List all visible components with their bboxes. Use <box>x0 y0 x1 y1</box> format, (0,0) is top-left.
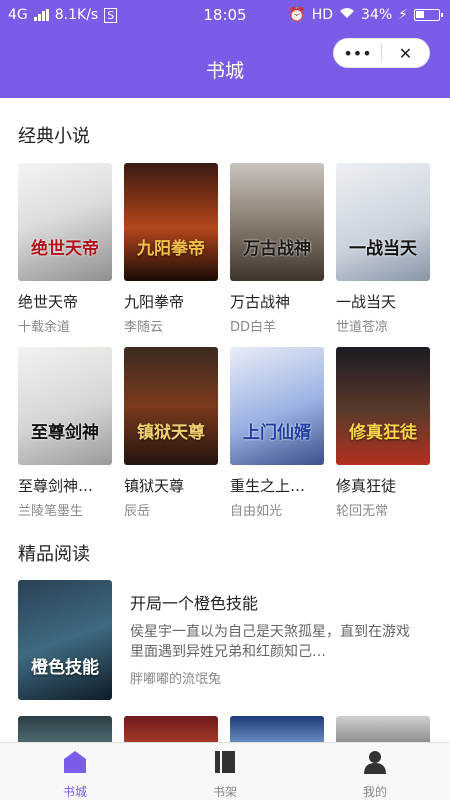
book-author: 李随云 <box>124 320 164 335</box>
book-author: 轮回无常 <box>336 504 389 519</box>
cover-title: 九阳拳帝 <box>137 239 205 259</box>
book-card[interactable]: 九阳拳帝 九阳拳帝 李随云 <box>124 163 218 347</box>
book-card[interactable]: 上门仙婿 重生之上… 自由如光 <box>230 347 324 531</box>
book-cover[interactable] <box>336 716 430 742</box>
alarm-icon: ⏰ <box>288 7 306 23</box>
book-author: 兰陵笔墨生 <box>18 504 84 519</box>
book-author: 自由如光 <box>230 504 283 519</box>
book-card[interactable]: 绝世天帝 绝世天帝 十载余道 <box>18 163 112 347</box>
book-cover[interactable]: 绝世天帝 <box>18 163 112 281</box>
close-button[interactable]: ✕ <box>382 38 429 68</box>
book-cover[interactable] <box>230 716 324 742</box>
book-author: 辰岳 <box>124 504 151 519</box>
cover-title: 一战当天 <box>349 239 417 259</box>
featured-author: 胖嘟嘟的流氓兔 <box>130 672 222 687</box>
status-bar: 4G 8.1K/s S 18:05 ⏰ HD 34% ⚡ <box>0 0 450 30</box>
app-root: 4G 8.1K/s S 18:05 ⏰ HD 34% ⚡ 书城 ••• ✕ 经典… <box>0 0 450 800</box>
book-cover[interactable]: 镇狱天尊 <box>124 347 218 465</box>
tab-bar: 书城 书架 我的 <box>0 742 450 800</box>
content[interactable]: 经典小说 绝世天帝 绝世天帝 十载余道 九阳拳帝 九阳拳帝 李随云 万古战神 万… <box>0 98 450 742</box>
book-title[interactable]: 绝世天帝 <box>18 291 112 312</box>
book-cover[interactable]: 九阳拳帝 <box>124 163 218 281</box>
cover-title: 至尊剑神 <box>31 423 99 443</box>
book-cover[interactable] <box>124 716 218 742</box>
book-card[interactable]: 至尊剑神 至尊剑神… 兰陵笔墨生 <box>18 347 112 531</box>
book-card[interactable]: 万古战神 万古战神 DD白羊 <box>230 163 324 347</box>
wifi-icon <box>339 7 355 23</box>
user-icon <box>362 749 388 779</box>
book-card[interactable]: 一战当天 一战当天 世道苍凉 <box>336 163 430 347</box>
tab-bookstore[interactable]: 书城 <box>0 743 150 800</box>
book-title[interactable]: 万古战神 <box>230 291 324 312</box>
featured-book[interactable]: 橙色技能 开局一个橙色技能 侯星宇一直以为自己是天煞孤星，直到在游戏里面遇到异姓… <box>18 580 432 700</box>
book-cover[interactable]: 修真狂徒 <box>336 347 430 465</box>
book-cover[interactable]: 至尊剑神 <box>18 347 112 465</box>
tab-label: 我的 <box>362 785 387 799</box>
more-button[interactable]: ••• <box>334 38 381 68</box>
next-books-row <box>18 716 432 742</box>
book-author: 世道苍凉 <box>336 320 389 335</box>
book-author: 十载余道 <box>18 320 71 335</box>
section-title-classic: 经典小说 <box>18 126 90 147</box>
book-grid: 绝世天帝 绝世天帝 十载余道 九阳拳帝 九阳拳帝 李随云 万古战神 万古战神 D… <box>18 163 432 531</box>
featured-cover[interactable]: 橙色技能 <box>18 580 112 700</box>
section-title-featured: 精品阅读 <box>18 544 90 565</box>
hd-badge: HD <box>311 7 334 23</box>
tab-mine[interactable]: 我的 <box>300 743 450 800</box>
book-title[interactable]: 一战当天 <box>336 291 430 312</box>
cover-title: 修真狂徒 <box>349 423 417 443</box>
book-title[interactable]: 镇狱天尊 <box>124 475 218 496</box>
book-title[interactable]: 重生之上… <box>230 475 324 496</box>
battery-icon <box>414 9 443 21</box>
book-card[interactable]: 镇狱天尊 镇狱天尊 辰岳 <box>124 347 218 531</box>
featured-description: 侯星宇一直以为自己是天煞孤星，直到在游戏里面遇到异姓兄弟和红颜知己… <box>130 624 410 660</box>
miniprogram-capsule: ••• ✕ <box>333 38 430 68</box>
header: 4G 8.1K/s S 18:05 ⏰ HD 34% ⚡ 书城 ••• ✕ <box>0 0 450 98</box>
cover-title: 镇狱天尊 <box>137 423 205 443</box>
book-cover[interactable]: 上门仙婿 <box>230 347 324 465</box>
cover-title: 绝世天帝 <box>31 239 99 259</box>
book-card[interactable]: 修真狂徒 修真狂徒 轮回无常 <box>336 347 430 531</box>
cover-title: 上门仙婿 <box>243 423 311 443</box>
home-icon <box>62 749 88 779</box>
tab-bookshelf[interactable]: 书架 <box>150 743 300 800</box>
book-cover[interactable]: 一战当天 <box>336 163 430 281</box>
book-cover[interactable]: 万古战神 <box>230 163 324 281</box>
charging-icon: ⚡ <box>398 7 408 23</box>
book-title[interactable]: 修真狂徒 <box>336 475 430 496</box>
tab-label: 书城 <box>62 785 87 799</box>
tab-label: 书架 <box>212 785 237 799</box>
book-cover[interactable] <box>18 716 112 742</box>
featured-title[interactable]: 开局一个橙色技能 <box>130 590 258 614</box>
cover-title: 万古战神 <box>243 239 311 259</box>
cover-title: 橙色技能 <box>31 658 99 678</box>
book-author: DD白羊 <box>230 320 277 335</box>
book-title[interactable]: 九阳拳帝 <box>124 291 218 312</box>
bookshelf-icon <box>212 749 238 779</box>
battery-percent: 34% <box>361 7 393 23</box>
book-title[interactable]: 至尊剑神… <box>18 475 112 496</box>
